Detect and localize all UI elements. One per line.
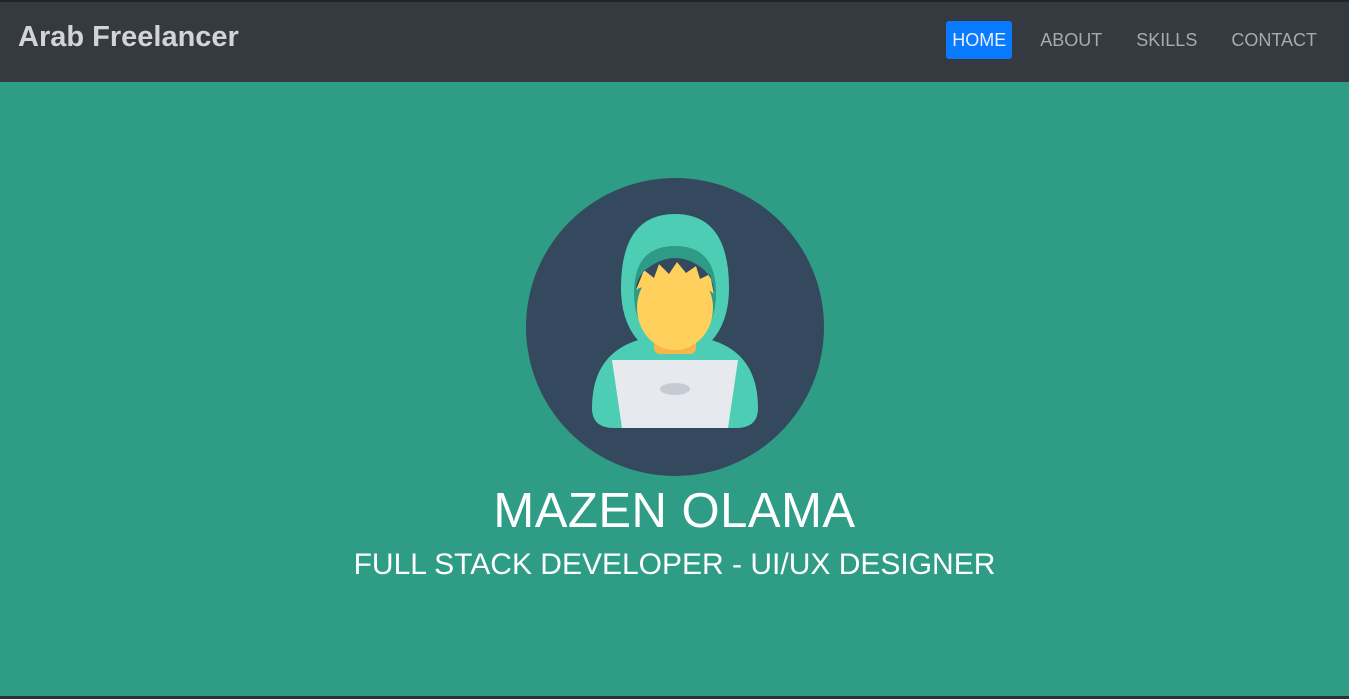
nav-skills[interactable]: SKILLS	[1130, 21, 1203, 59]
nav-contact[interactable]: CONTACT	[1225, 21, 1323, 59]
hero-name: MAZEN OLAMA	[493, 484, 856, 538]
hero-subtitle: FULL STACK DEVELOPER - UI/UX DESIGNER	[353, 548, 996, 581]
nav-home[interactable]: HOME	[946, 21, 1013, 59]
hooded-developer-laptop-icon	[526, 178, 824, 476]
hero-section: MAZEN OLAMA FULL STACK DEVELOPER - UI/UX…	[0, 82, 1349, 696]
brand-link[interactable]: Arab Freelancer	[18, 21, 239, 54]
nav-menu: HOME ABOUT SKILLS CONTACT	[924, 21, 1323, 59]
navbar: Arab Freelancer HOME ABOUT SKILLS CONTAC…	[0, 0, 1349, 82]
nav-about[interactable]: ABOUT	[1034, 21, 1108, 59]
